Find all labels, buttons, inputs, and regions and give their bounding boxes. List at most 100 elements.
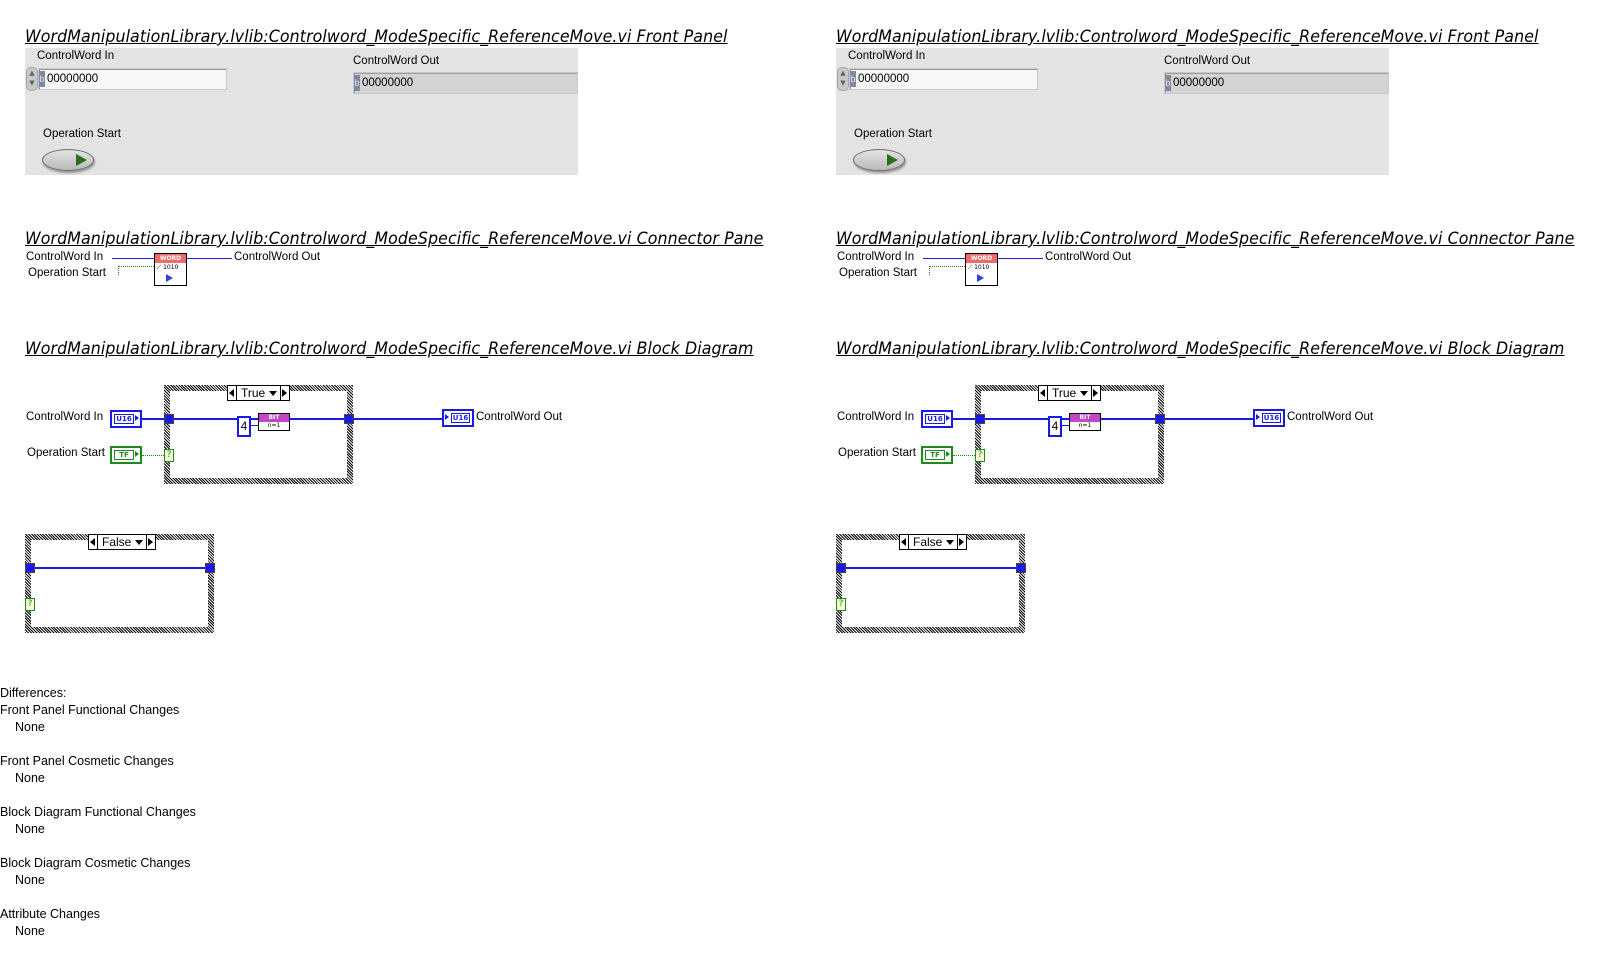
increment-decrement-spinner[interactable]: ▲ ▼ — [837, 67, 849, 91]
chevron-down-icon[interactable] — [135, 539, 144, 545]
boolean-wire — [142, 455, 166, 456]
radix-indicator[interactable]: b — [850, 71, 856, 87]
numeric-constant[interactable]: 4 — [237, 416, 251, 437]
decrement-case-icon[interactable] — [228, 386, 237, 400]
connector-wire-boolean-v — [118, 266, 119, 275]
controlword-out-terminal[interactable]: U16 — [442, 409, 474, 427]
u16-type-label: U16 — [1262, 413, 1281, 423]
vi-icon[interactable]: WORD ⟋ 1010 — [154, 253, 187, 286]
numeric-constant[interactable]: 4 — [1048, 416, 1062, 437]
constant-wire — [1062, 425, 1069, 426]
case-label: True — [241, 386, 266, 400]
bit-function-label: BIT — [259, 414, 289, 422]
connector-wire-in — [923, 258, 965, 259]
controlword-out-indicator: b 00000000 — [1164, 72, 1389, 94]
radix-indicator[interactable]: b — [39, 71, 45, 87]
increment-decrement-spinner[interactable]: ▲ ▼ — [26, 67, 38, 91]
diff-section: Block Diagram Cosmetic Changes None — [0, 855, 196, 889]
case-selector-true[interactable]: True — [1038, 385, 1102, 401]
increment-case-icon[interactable] — [146, 535, 155, 549]
controlword-in-terminal[interactable]: U16 — [921, 410, 953, 428]
terminal-arrow-icon — [135, 451, 139, 457]
increment-case-icon[interactable] — [280, 386, 289, 400]
decrement-case-icon[interactable] — [1039, 386, 1048, 400]
input-tunnel[interactable] — [25, 563, 35, 573]
output-tunnel[interactable] — [1016, 563, 1026, 573]
controlword-out-label: ControlWord Out — [353, 55, 440, 67]
operation-start-terminal[interactable]: TF — [110, 446, 142, 464]
diff-section-value: None — [15, 771, 45, 785]
vi-icon[interactable]: WORD ⟋ 1010 — [965, 253, 998, 286]
output-tunnel[interactable] — [205, 563, 215, 573]
controlword-in-numeric[interactable]: b 00000000 — [38, 68, 227, 90]
vi-column-right: WordManipulationLibrary.lvlib:Controlwor… — [811, 0, 1622, 660]
decrement-case-icon[interactable] — [900, 535, 909, 549]
input-tunnel[interactable] — [975, 414, 985, 424]
connector-wire-boolean — [929, 266, 965, 267]
connector-pane-title: WordManipulationLibrary.lvlib:Controlwor… — [836, 229, 1575, 249]
diff-section-title: Front Panel Cosmetic Changes — [0, 754, 174, 768]
diff-section-title: Block Diagram Functional Changes — [0, 805, 196, 819]
u16-type-label: U16 — [451, 413, 470, 423]
terminal-arrow-icon — [135, 415, 139, 421]
case-selector-terminal[interactable]: ? — [25, 598, 35, 611]
case-selector-false[interactable]: False — [899, 534, 968, 550]
decrement-case-icon[interactable] — [89, 535, 98, 549]
case-selector-terminal[interactable]: ? — [975, 449, 985, 462]
u16-type-label: U16 — [925, 414, 945, 424]
diff-section-value: None — [15, 822, 45, 836]
controlword-in-value[interactable]: 00000000 — [858, 69, 909, 89]
connector-pane-title: WordManipulationLibrary.lvlib:Controlwor… — [25, 229, 764, 249]
input-tunnel[interactable] — [164, 414, 174, 424]
chevron-down-icon[interactable] — [946, 539, 955, 545]
set-bit-function[interactable]: BIT n=1 — [258, 413, 290, 431]
connector-wire-boolean-v — [929, 266, 930, 275]
front-panel-title: WordManipulationLibrary.lvlib:Controlwor… — [836, 27, 1539, 47]
vi-column-left: WordManipulationLibrary.lvlib:Controlwor… — [0, 0, 811, 660]
output-tunnel[interactable] — [344, 414, 354, 424]
arrow-right-icon — [977, 274, 984, 282]
play-icon — [887, 154, 898, 166]
connector-output-controlword-out: ControlWord Out — [234, 251, 321, 263]
case-selector-terminal[interactable]: ? — [836, 598, 846, 611]
increment-case-icon[interactable] — [1091, 386, 1100, 400]
diff-section-value: None — [15, 924, 45, 938]
differences-heading: Differences: — [0, 686, 67, 700]
arrow-right-icon — [166, 274, 173, 282]
vi-icon-header: WORD — [966, 254, 997, 263]
operation-start-button[interactable] — [42, 149, 94, 171]
controlword-out-value: 00000000 — [1173, 77, 1225, 89]
controlword-in-numeric[interactable]: b 00000000 — [849, 68, 1038, 90]
front-panel: ControlWord In ▲ ▼ b 00000000 ControlWord… — [25, 48, 578, 175]
controlword-out-terminal-label: ControlWord Out — [476, 411, 563, 423]
input-tunnel[interactable] — [836, 563, 846, 573]
set-bit-function[interactable]: BIT n=1 — [1069, 413, 1101, 431]
increment-case-icon[interactable] — [957, 535, 966, 549]
controlword-out-label: ControlWord Out — [1164, 55, 1251, 67]
diff-section-value: None — [15, 720, 45, 734]
controlword-out-value: 00000000 — [362, 77, 414, 89]
operation-start-button[interactable] — [853, 149, 905, 171]
play-icon — [76, 154, 87, 166]
block-diagram-title: WordManipulationLibrary.lvlib:Controlwor… — [25, 339, 754, 359]
controlword-in-value[interactable]: 00000000 — [47, 69, 98, 89]
boolean-type-label: TF — [114, 450, 134, 460]
operation-start-terminal[interactable]: TF — [921, 446, 953, 464]
switch-icon: ⟋ 1010 — [968, 264, 990, 271]
radix-indicator[interactable]: b — [1165, 75, 1171, 91]
output-tunnel[interactable] — [1155, 414, 1165, 424]
diff-section: Attribute Changes None — [0, 906, 196, 940]
case-selector-true[interactable]: True — [227, 385, 291, 401]
chevron-down-icon[interactable] — [269, 390, 278, 396]
bit-function-value: n=1 — [1078, 422, 1092, 429]
controlword-out-terminal[interactable]: U16 — [1253, 409, 1285, 427]
case-label: False — [913, 535, 943, 549]
radix-indicator[interactable]: b — [354, 75, 360, 91]
case-selector-terminal[interactable]: ? — [164, 449, 174, 462]
operation-start-label: Operation Start — [854, 128, 932, 140]
chevron-down-icon[interactable] — [1080, 390, 1089, 396]
case-selector-false[interactable]: False — [88, 534, 157, 550]
controlword-in-terminal[interactable]: U16 — [110, 410, 142, 428]
controlword-in-terminal-label: ControlWord In — [26, 411, 104, 423]
bit-function-value: n=1 — [267, 422, 281, 429]
